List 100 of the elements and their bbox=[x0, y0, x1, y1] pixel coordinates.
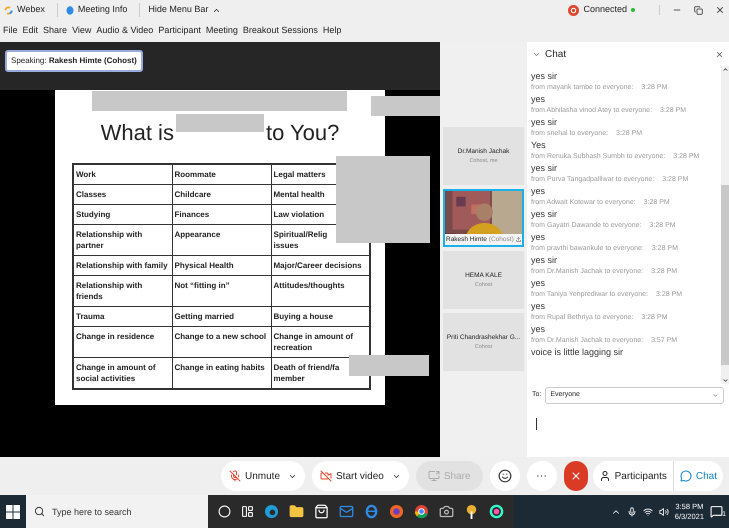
close-icon bbox=[570, 470, 582, 482]
taskbar-search-field[interactable]: Type here to search bbox=[26, 495, 208, 528]
recording-icon bbox=[568, 4, 580, 16]
video-off-icon bbox=[320, 470, 332, 482]
firefox-icon[interactable] bbox=[389, 504, 404, 519]
table-cell: Death of friend/fa member bbox=[274, 363, 340, 383]
camera-icon[interactable] bbox=[439, 504, 454, 519]
menu-item[interactable]: Audio & Video bbox=[96, 24, 154, 38]
chat-title: Chat bbox=[545, 48, 566, 62]
table-cell: Mental health bbox=[274, 190, 325, 199]
close-icon[interactable] bbox=[715, 50, 724, 58]
chat-message: yes sir bbox=[531, 162, 558, 174]
menu-item[interactable]: Share bbox=[43, 24, 68, 38]
menu-item[interactable]: Meeting bbox=[206, 24, 238, 38]
slide-title: What is bbox=[100, 122, 174, 144]
store-icon[interactable] bbox=[314, 504, 329, 519]
scrollbar[interactable] bbox=[721, 66, 729, 384]
task-view-icon[interactable] bbox=[241, 505, 254, 518]
table-cell: Change in amount of recreation bbox=[274, 332, 354, 352]
table-cell: Change in amount of social activities bbox=[76, 363, 156, 383]
table-cell: Work bbox=[76, 170, 96, 179]
table-cell: Relationship with family bbox=[76, 261, 168, 270]
chat-message: yes bbox=[531, 93, 546, 105]
slide-title: to You? bbox=[266, 122, 340, 144]
table-cell: Physical Health bbox=[174, 261, 234, 270]
internet-explorer-icon[interactable] bbox=[364, 504, 379, 519]
hide-menu-bar-button[interactable]: Hide Menu Bar bbox=[139, 3, 222, 17]
scroll-up-icon bbox=[722, 66, 728, 73]
chrome-icon[interactable] bbox=[414, 504, 429, 519]
edge-browser-icon[interactable] bbox=[264, 504, 279, 519]
table-cell: Major/Career decisions bbox=[274, 261, 362, 270]
chat-message: voice is little lagging sir bbox=[531, 346, 624, 358]
status-dot-icon bbox=[631, 8, 635, 12]
table-cell: Change to a new school bbox=[174, 332, 266, 341]
table-cell: Relationship with partner bbox=[76, 230, 142, 250]
chat-bubble-icon bbox=[680, 470, 692, 482]
chat-message: yes bbox=[531, 300, 546, 312]
menu-item[interactable]: File bbox=[3, 24, 18, 38]
windows-start-icon[interactable] bbox=[6, 504, 20, 518]
microphone-icon[interactable] bbox=[626, 506, 637, 516]
table-cell: Change in residence bbox=[76, 332, 154, 341]
table-cell: Not “fitting in” bbox=[174, 281, 230, 290]
close-icon[interactable] bbox=[715, 5, 725, 15]
table-cell: Spiritual/Relig issues bbox=[274, 230, 328, 250]
chat-message: yes sir bbox=[531, 70, 558, 82]
connection-status: Connected bbox=[583, 3, 627, 16]
menu-item[interactable]: Participant bbox=[158, 24, 201, 38]
restore-icon[interactable] bbox=[694, 6, 703, 14]
mail-icon[interactable] bbox=[339, 504, 354, 519]
info-icon bbox=[66, 6, 74, 14]
table-cell: Getting married bbox=[174, 312, 234, 321]
chat-message: yes sir bbox=[531, 254, 558, 266]
table-cell: Change in eating habits bbox=[174, 363, 265, 372]
more-button[interactable]: ··· bbox=[526, 461, 557, 491]
table-cell: Trauma bbox=[76, 312, 104, 321]
person-icon bbox=[598, 470, 611, 482]
search-icon bbox=[34, 506, 45, 517]
table-cell: Buying a house bbox=[274, 312, 334, 321]
leave-button[interactable] bbox=[564, 461, 588, 491]
menu-item[interactable]: Help bbox=[322, 24, 342, 38]
reactions-button[interactable] bbox=[490, 461, 520, 491]
folder-icon[interactable] bbox=[289, 504, 304, 519]
table-cell: Roommate bbox=[174, 170, 216, 179]
chat-message: yes bbox=[531, 323, 546, 335]
cortana-icon[interactable] bbox=[218, 505, 231, 518]
caret-icon bbox=[712, 392, 719, 399]
chat-message: yes sir bbox=[531, 116, 558, 128]
chat-message: yes bbox=[531, 277, 546, 289]
volume-icon[interactable] bbox=[658, 506, 669, 516]
notifications-icon[interactable] bbox=[710, 505, 723, 518]
menu-item[interactable]: View bbox=[72, 24, 92, 38]
chat-tab[interactable]: Chat bbox=[672, 461, 723, 491]
network-icon[interactable] bbox=[642, 506, 653, 516]
meeting-info-button[interactable]: Meeting Info bbox=[56, 3, 128, 17]
chat-message: Yes bbox=[531, 139, 547, 151]
table-cell: Legal matters bbox=[274, 170, 326, 179]
app-name: Webex bbox=[17, 3, 45, 16]
participants-tab[interactable]: Participants bbox=[592, 461, 673, 491]
webex-logo-icon bbox=[4, 6, 13, 14]
webex-app-icon[interactable] bbox=[489, 504, 504, 519]
table-cell: Law violation bbox=[274, 210, 324, 219]
share-screen-icon bbox=[428, 470, 440, 482]
table-cell: Appearance bbox=[174, 230, 220, 239]
redaction-block bbox=[371, 96, 440, 116]
share-icon bbox=[516, 236, 521, 243]
table-cell: Classes bbox=[76, 190, 106, 199]
chat-message: yes bbox=[531, 231, 546, 243]
table-cell: Relationship with friends bbox=[76, 281, 142, 301]
menu-item[interactable]: Edit bbox=[22, 24, 38, 38]
smiley-icon bbox=[498, 469, 512, 483]
chat-message: yes bbox=[531, 185, 546, 197]
unmute-button[interactable]: Unmute bbox=[221, 461, 306, 491]
lamp-icon[interactable] bbox=[464, 504, 479, 519]
table-cell: Finances bbox=[174, 210, 210, 219]
speaking-label: Speaking: Rakesh Himte (Cohost) bbox=[5, 50, 143, 72]
table-cell: Attitudes/thoughts bbox=[274, 281, 345, 290]
table-cell: Studying bbox=[76, 210, 110, 219]
menu-item[interactable]: Breakout Sessions bbox=[242, 24, 318, 38]
start-video-button[interactable]: Start video bbox=[312, 461, 409, 491]
table-cell: Childcare bbox=[174, 190, 211, 199]
